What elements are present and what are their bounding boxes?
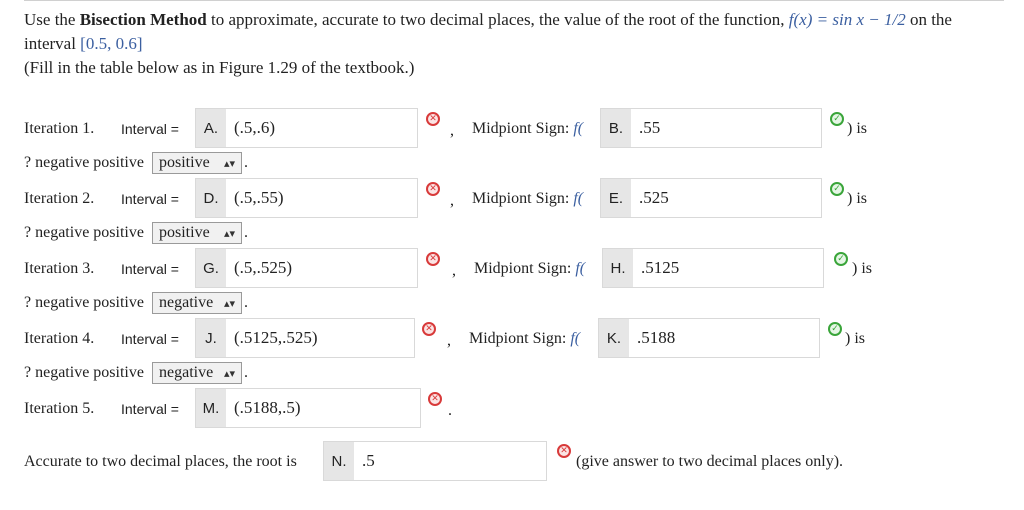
midpoint-label: Midpiont Sign: f( (469, 330, 581, 347)
up-down-arrow-icon: ▴▾ (223, 226, 235, 240)
midpoint-answer-field[interactable]: H. .5125 (602, 248, 824, 288)
x-circle-icon: ✕ (426, 182, 440, 196)
sign-select[interactable]: positive ▴▾ (152, 152, 242, 174)
final-answer-hint: (give answer to two decimal places only)… (576, 453, 844, 470)
interval-answer-field[interactable]: J. (.5125,.525) (195, 318, 415, 358)
check-circle-icon: ✓ (834, 252, 848, 266)
x-circle-icon: ✕ (428, 392, 442, 406)
midpoint-label: Midpiont Sign: f( (472, 190, 584, 207)
top-divider (24, 0, 1004, 1)
iteration-4-label: Iteration 4. (24, 330, 95, 347)
interval-label: Interval = (121, 331, 179, 347)
interval-label: Interval = (121, 261, 179, 277)
x-circle-icon: ✕ (422, 322, 436, 336)
interval-expression: [0.5, 0.6] (80, 34, 143, 53)
midpoint-label: Midpiont Sign: f( (474, 260, 586, 277)
check-circle-icon: ✓ (830, 112, 844, 126)
iteration-5-label: Iteration 5. (24, 400, 95, 417)
final-answer-field[interactable]: N. .5 (323, 441, 547, 481)
midpoint-answer-field[interactable]: E. .525 (600, 178, 822, 218)
interval-answer-field[interactable]: A. (.5,.6) (195, 108, 418, 148)
up-down-arrow-icon: ▴▾ (223, 156, 235, 170)
function-expression: f(x) = sin x − 1/2 (788, 10, 906, 29)
interval-answer-field[interactable]: M. (.5188,.5) (195, 388, 421, 428)
interval-answer-field[interactable]: G. (.5,.525) (195, 248, 418, 288)
iteration-3-label: Iteration 3. (24, 260, 95, 277)
check-circle-icon: ✓ (828, 322, 842, 336)
iteration-2-label: Iteration 2. (24, 190, 95, 207)
question-text: Use the Bisection Method to approximate,… (24, 10, 952, 77)
interval-label: Interval = (121, 401, 179, 417)
up-down-arrow-icon: ▴▾ (223, 366, 235, 380)
final-answer-label: Accurate to two decimal places, the root… (24, 453, 297, 470)
interval-label: Interval = (121, 121, 179, 137)
up-down-arrow-icon: ▴▾ (223, 296, 235, 310)
sign-select[interactable]: positive ▴▾ (152, 222, 242, 244)
sign-select[interactable]: negative ▴▾ (152, 362, 242, 384)
x-circle-icon: ✕ (426, 252, 440, 266)
iteration-1-label: Iteration 1. (24, 120, 95, 137)
interval-answer-field[interactable]: D. (.5,.55) (195, 178, 418, 218)
interval-label: Interval = (121, 191, 179, 207)
x-circle-icon: ✕ (557, 444, 571, 458)
midpoint-answer-field[interactable]: K. .5188 (598, 318, 820, 358)
midpoint-label: Midpiont Sign: f( (472, 120, 584, 137)
sign-select[interactable]: negative ▴▾ (152, 292, 242, 314)
check-circle-icon: ✓ (830, 182, 844, 196)
midpoint-answer-field[interactable]: B. .55 (600, 108, 822, 148)
x-circle-icon: ✕ (426, 112, 440, 126)
